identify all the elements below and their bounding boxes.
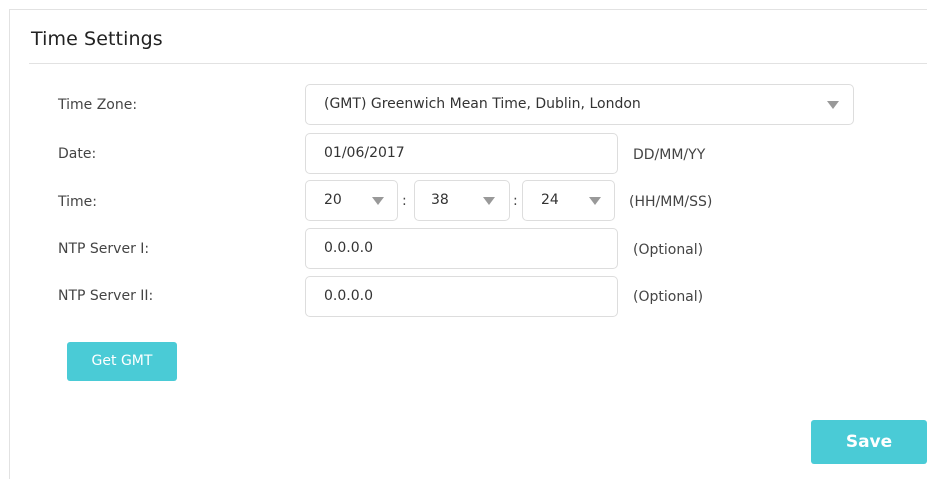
time-separator: : [513,193,518,209]
seconds-value: 24 [541,192,559,208]
date-field[interactable]: 01/06/2017 [305,133,618,174]
time-zone-label: Time Zone: [58,97,138,113]
time-format-hint: (HH/MM/SS) [629,194,713,210]
minutes-select[interactable]: 38 [414,180,510,221]
minutes-value: 38 [431,192,449,208]
save-button[interactable]: Save [811,420,927,464]
time-zone-value: (GMT) Greenwich Mean Time, Dublin, Londo… [324,96,641,112]
ntp-server-1-value: 0.0.0.0 [324,240,373,256]
ntp-server-1-hint: (Optional) [633,242,704,258]
ntp-server-1-label: NTP Server I: [58,241,150,257]
ntp-server-1-field[interactable]: 0.0.0.0 [305,228,618,269]
title-divider [29,63,927,64]
date-value: 01/06/2017 [324,145,405,161]
hours-select[interactable]: 20 [305,180,398,221]
ntp-server-2-label: NTP Server II: [58,288,154,304]
date-label: Date: [58,146,97,162]
time-zone-select[interactable]: (GMT) Greenwich Mean Time, Dublin, Londo… [305,84,854,125]
get-gmt-button[interactable]: Get GMT [67,342,177,381]
chevron-down-icon [827,101,839,109]
chevron-down-icon [372,197,384,205]
time-label: Time: [58,194,97,210]
seconds-select[interactable]: 24 [522,180,615,221]
time-separator: : [402,193,407,209]
chevron-down-icon [483,197,495,205]
hours-value: 20 [324,192,342,208]
ntp-server-2-value: 0.0.0.0 [324,288,373,304]
panel-title: Time Settings [31,28,163,50]
ntp-server-2-field[interactable]: 0.0.0.0 [305,276,618,317]
ntp-server-2-hint: (Optional) [633,289,704,305]
date-format-hint: DD/MM/YY [633,147,706,163]
chevron-down-icon [589,197,601,205]
